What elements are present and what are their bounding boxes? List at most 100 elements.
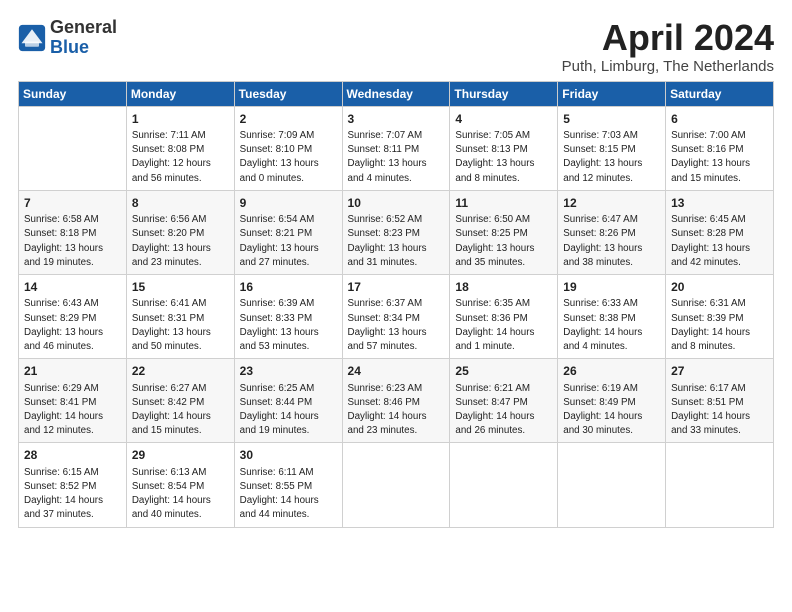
- cell-info: Sunrise: 6:45 AM Sunset: 8:28 PM Dayligh…: [671, 213, 769, 270]
- calendar-cell: 23 Sunrise: 6:25 AM Sunset: 8:44 PM Dayli…: [234, 359, 342, 443]
- calendar-cell: 9Sunrise: 6:54 AM Sunset: 8:21 PM Daylig…: [234, 190, 342, 274]
- calendar-cell: 27 Sunrise: 6:17 AM Sunset: 8:51 PM Dayli…: [666, 359, 774, 443]
- th-friday: Friday: [558, 81, 666, 106]
- calendar-table: Sunday Monday Tuesday Wednesday Thursday…: [18, 81, 774, 528]
- day-number: 25: [455, 363, 553, 380]
- calendar-week-row-3: 21 Sunrise: 6:29 AM Sunset: 8:41 PM Dayli…: [19, 359, 774, 443]
- day-number: 1: [132, 111, 230, 128]
- calendar-header-row: Sunday Monday Tuesday Wednesday Thursday…: [19, 81, 774, 106]
- day-number: 28: [24, 447, 122, 464]
- calendar-cell: [342, 443, 450, 527]
- day-number: 2: [240, 111, 338, 128]
- logo: General Blue: [18, 18, 117, 58]
- calendar-cell: 17Sunrise: 6:37 AM Sunset: 8:34 PM Dayli…: [342, 275, 450, 359]
- cell-info: Sunrise: 6:35 AM Sunset: 8:36 PM Dayligh…: [455, 297, 553, 354]
- cell-info: Sunrise: 6:23 AM Sunset: 8:46 PM Dayligh…: [348, 382, 446, 439]
- day-number: 20: [671, 279, 769, 296]
- calendar-cell: 8Sunrise: 6:56 AM Sunset: 8:20 PM Daylig…: [126, 190, 234, 274]
- day-number: 18: [455, 279, 553, 296]
- month-title: April 2024: [562, 18, 774, 58]
- calendar-week-row-0: 1Sunrise: 7:11 AM Sunset: 8:08 PM Daylig…: [19, 106, 774, 190]
- calendar-cell: 2Sunrise: 7:09 AM Sunset: 8:10 PM Daylig…: [234, 106, 342, 190]
- calendar-cell: 16Sunrise: 6:39 AM Sunset: 8:33 PM Dayli…: [234, 275, 342, 359]
- calendar-cell: 5Sunrise: 7:03 AM Sunset: 8:15 PM Daylig…: [558, 106, 666, 190]
- cell-info: Sunrise: 6:29 AM Sunset: 8:41 PM Dayligh…: [24, 382, 122, 439]
- logo-general-label: General: [50, 18, 117, 38]
- cell-info: Sunrise: 6:52 AM Sunset: 8:23 PM Dayligh…: [348, 213, 446, 270]
- day-number: 22: [132, 363, 230, 380]
- th-tuesday: Tuesday: [234, 81, 342, 106]
- calendar-cell: 1Sunrise: 7:11 AM Sunset: 8:08 PM Daylig…: [126, 106, 234, 190]
- cell-info: Sunrise: 6:39 AM Sunset: 8:33 PM Dayligh…: [240, 297, 338, 354]
- calendar-cell: 26 Sunrise: 6:19 AM Sunset: 8:49 PM Dayli…: [558, 359, 666, 443]
- day-number: 8: [132, 195, 230, 212]
- cell-info: Sunrise: 7:03 AM Sunset: 8:15 PM Dayligh…: [563, 129, 661, 186]
- calendar-cell: [558, 443, 666, 527]
- day-number: 12: [563, 195, 661, 212]
- calendar-cell: 6Sunrise: 7:00 AM Sunset: 8:16 PM Daylig…: [666, 106, 774, 190]
- calendar-cell: 25Sunrise: 6:21 AM Sunset: 8:47 PM Dayli…: [450, 359, 558, 443]
- cell-info: Sunrise: 7:00 AM Sunset: 8:16 PM Dayligh…: [671, 129, 769, 186]
- calendar-cell: 7Sunrise: 6:58 AM Sunset: 8:18 PM Daylig…: [19, 190, 127, 274]
- calendar-cell: 29 Sunrise: 6:13 AM Sunset: 8:54 PM Dayli…: [126, 443, 234, 527]
- th-thursday: Thursday: [450, 81, 558, 106]
- th-wednesday: Wednesday: [342, 81, 450, 106]
- cell-info: Sunrise: 6:15 AM Sunset: 8:52 PM Dayligh…: [24, 466, 122, 523]
- calendar-cell: 21 Sunrise: 6:29 AM Sunset: 8:41 PM Dayli…: [19, 359, 127, 443]
- calendar-week-row-4: 28 Sunrise: 6:15 AM Sunset: 8:52 PM Dayli…: [19, 443, 774, 527]
- day-number: 16: [240, 279, 338, 296]
- calendar-week-row-1: 7Sunrise: 6:58 AM Sunset: 8:18 PM Daylig…: [19, 190, 774, 274]
- calendar-cell: 22 Sunrise: 6:27 AM Sunset: 8:42 PM Dayli…: [126, 359, 234, 443]
- day-number: 3: [348, 111, 446, 128]
- day-number: 11: [455, 195, 553, 212]
- day-number: 21: [24, 363, 122, 380]
- calendar-cell: 12Sunrise: 6:47 AM Sunset: 8:26 PM Dayli…: [558, 190, 666, 274]
- th-saturday: Saturday: [666, 81, 774, 106]
- cell-info: Sunrise: 7:09 AM Sunset: 8:10 PM Dayligh…: [240, 129, 338, 186]
- day-number: 5: [563, 111, 661, 128]
- cell-info: Sunrise: 6:13 AM Sunset: 8:54 PM Dayligh…: [132, 466, 230, 523]
- calendar-cell: 11Sunrise: 6:50 AM Sunset: 8:25 PM Dayli…: [450, 190, 558, 274]
- logo-icon: [18, 24, 46, 52]
- calendar-cell: 3Sunrise: 7:07 AM Sunset: 8:11 PM Daylig…: [342, 106, 450, 190]
- day-number: 9: [240, 195, 338, 212]
- calendar-cell: 14Sunrise: 6:43 AM Sunset: 8:29 PM Dayli…: [19, 275, 127, 359]
- day-number: 26: [563, 363, 661, 380]
- day-number: 23: [240, 363, 338, 380]
- calendar-cell: 19Sunrise: 6:33 AM Sunset: 8:38 PM Dayli…: [558, 275, 666, 359]
- calendar-cell: 13Sunrise: 6:45 AM Sunset: 8:28 PM Dayli…: [666, 190, 774, 274]
- day-number: 10: [348, 195, 446, 212]
- cell-info: Sunrise: 6:27 AM Sunset: 8:42 PM Dayligh…: [132, 382, 230, 439]
- day-number: 24: [348, 363, 446, 380]
- cell-info: Sunrise: 6:41 AM Sunset: 8:31 PM Dayligh…: [132, 297, 230, 354]
- calendar-cell: 15Sunrise: 6:41 AM Sunset: 8:31 PM Dayli…: [126, 275, 234, 359]
- day-number: 15: [132, 279, 230, 296]
- calendar-cell: [19, 106, 127, 190]
- calendar-cell: 20Sunrise: 6:31 AM Sunset: 8:39 PM Dayli…: [666, 275, 774, 359]
- calendar-cell: [666, 443, 774, 527]
- calendar-cell: [450, 443, 558, 527]
- cell-info: Sunrise: 6:19 AM Sunset: 8:49 PM Dayligh…: [563, 382, 661, 439]
- cell-info: Sunrise: 7:05 AM Sunset: 8:13 PM Dayligh…: [455, 129, 553, 186]
- day-number: 6: [671, 111, 769, 128]
- day-number: 29: [132, 447, 230, 464]
- logo-text: General Blue: [50, 18, 117, 58]
- day-number: 7: [24, 195, 122, 212]
- page: General Blue April 2024 Puth, Limburg, T…: [0, 0, 792, 538]
- day-number: 4: [455, 111, 553, 128]
- cell-info: Sunrise: 6:17 AM Sunset: 8:51 PM Dayligh…: [671, 382, 769, 439]
- day-number: 30: [240, 447, 338, 464]
- calendar-week-row-2: 14Sunrise: 6:43 AM Sunset: 8:29 PM Dayli…: [19, 275, 774, 359]
- calendar-cell: 24 Sunrise: 6:23 AM Sunset: 8:46 PM Dayli…: [342, 359, 450, 443]
- cell-info: Sunrise: 6:33 AM Sunset: 8:38 PM Dayligh…: [563, 297, 661, 354]
- cell-info: Sunrise: 6:56 AM Sunset: 8:20 PM Dayligh…: [132, 213, 230, 270]
- cell-info: Sunrise: 7:11 AM Sunset: 8:08 PM Dayligh…: [132, 129, 230, 186]
- cell-info: Sunrise: 6:37 AM Sunset: 8:34 PM Dayligh…: [348, 297, 446, 354]
- day-number: 19: [563, 279, 661, 296]
- day-number: 27: [671, 363, 769, 380]
- day-number: 13: [671, 195, 769, 212]
- cell-info: Sunrise: 6:47 AM Sunset: 8:26 PM Dayligh…: [563, 213, 661, 270]
- cell-info: Sunrise: 6:50 AM Sunset: 8:25 PM Dayligh…: [455, 213, 553, 270]
- cell-info: Sunrise: 6:25 AM Sunset: 8:44 PM Dayligh…: [240, 382, 338, 439]
- cell-info: Sunrise: 7:07 AM Sunset: 8:11 PM Dayligh…: [348, 129, 446, 186]
